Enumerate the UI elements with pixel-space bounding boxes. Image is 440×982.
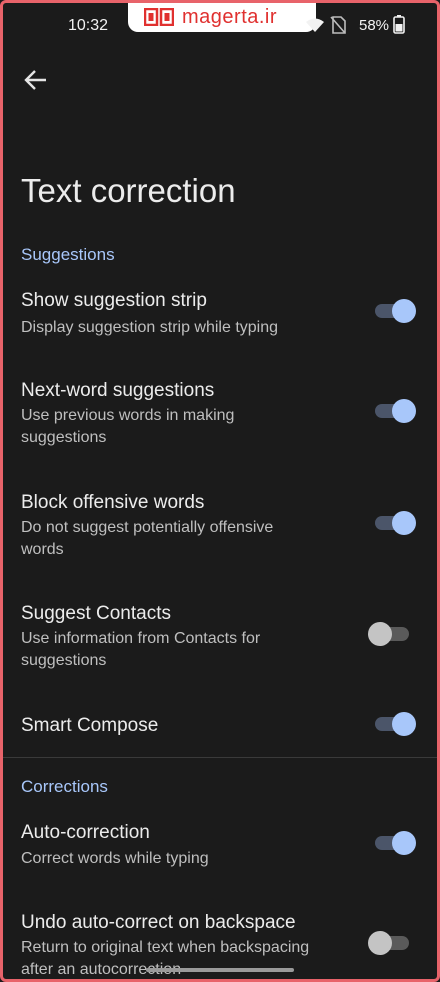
setting-title: Show suggestion strip	[21, 290, 207, 311]
setting-smart-compose[interactable]: Smart Compose	[0, 710, 440, 750]
setting-title: Undo auto-correct on backspace	[21, 912, 296, 933]
setting-block-offensive-words[interactable]: Block offensive words Do not suggest pot…	[0, 487, 440, 577]
setting-subtitle: Do not suggest potentially offensive wor…	[21, 519, 274, 558]
setting-suggest-contacts[interactable]: Suggest Contacts Use information from Co…	[0, 598, 440, 688]
section-header-suggestions: Suggestions	[21, 245, 115, 264]
toggle-switch[interactable]	[375, 297, 417, 325]
toggle-thumb	[392, 511, 416, 535]
gesture-nav-handle[interactable]	[146, 968, 294, 972]
setting-subtitle: Use information from Contacts for sugges…	[21, 630, 261, 669]
setting-subtitle: Correct words while typing	[21, 850, 209, 867]
setting-auto-correction[interactable]: Auto-correction Correct words while typi…	[0, 817, 440, 887]
toggle-thumb	[392, 299, 416, 323]
toggle-switch[interactable]	[375, 710, 417, 738]
toggle-switch[interactable]	[375, 397, 417, 425]
setting-title: Block offensive words	[21, 492, 205, 513]
setting-subtitle: Use previous words in making suggestions	[21, 407, 235, 446]
no-sim-icon	[330, 16, 346, 34]
battery-percent: 58%	[359, 17, 390, 34]
setting-undo-auto-correct[interactable]: Undo auto-correct on backspace Return to…	[0, 907, 440, 977]
setting-show-suggestion-strip[interactable]: Show suggestion strip Display suggestion…	[0, 285, 440, 355]
watermark-text: magerta.ir	[182, 5, 278, 28]
status-time: 10:32	[68, 17, 109, 34]
watermark: magerta.ir	[128, 2, 316, 32]
watermark-logo-icon	[144, 8, 174, 26]
toggle-switch[interactable]	[375, 509, 417, 537]
section-header-corrections: Corrections	[21, 777, 108, 796]
setting-title: Suggest Contacts	[21, 603, 171, 624]
setting-title: Next-word suggestions	[21, 380, 215, 401]
toggle-thumb	[392, 399, 416, 423]
toggle-switch[interactable]	[368, 929, 417, 957]
section-divider	[0, 757, 440, 758]
setting-title: Smart Compose	[21, 715, 159, 736]
setting-next-word-suggestions[interactable]: Next-word suggestions Use previous words…	[0, 375, 440, 465]
page-title: Text correction	[21, 172, 236, 209]
wifi-icon	[306, 18, 324, 32]
toggle-switch[interactable]	[375, 829, 417, 857]
battery-icon	[393, 15, 405, 34]
toggle-thumb	[368, 931, 392, 955]
toggle-thumb	[392, 831, 416, 855]
toggle-thumb	[392, 712, 416, 736]
status-bar: 10:32 magerta.ir 58%	[0, 0, 440, 52]
toggle-switch[interactable]	[368, 620, 417, 648]
arrow-left-icon[interactable]	[22, 66, 50, 94]
setting-subtitle: Display suggestion strip while typing	[21, 319, 279, 336]
toggle-thumb	[368, 622, 392, 646]
setting-title: Auto-correction	[21, 822, 150, 843]
